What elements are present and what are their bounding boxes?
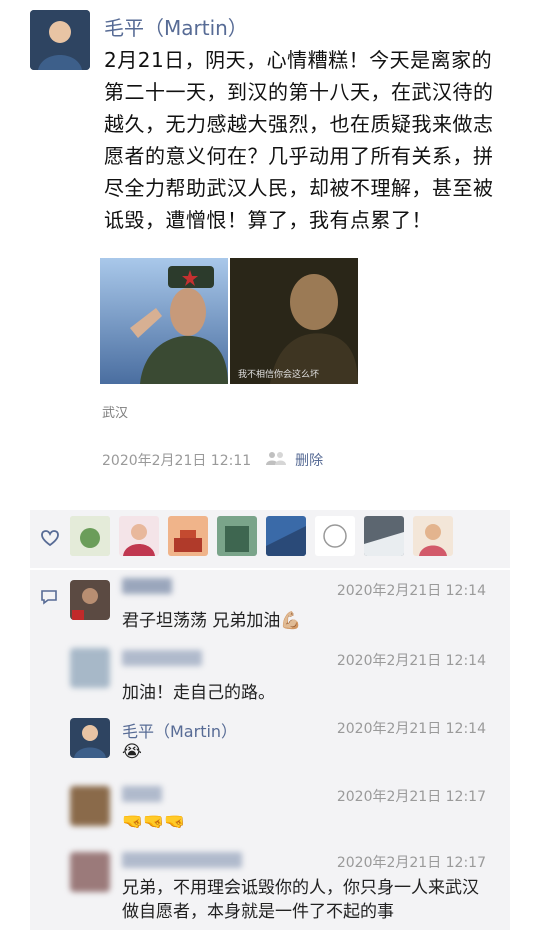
heart-icon [40,528,60,548]
post-author-name[interactable]: 毛平（Martin） [104,12,248,41]
comment-text: 君子坦荡荡 兄弟加油💪🏼 [122,611,302,631]
friends-icon[interactable] [265,451,287,469]
like-avatar-2[interactable] [119,516,159,556]
like-avatar-1[interactable] [70,516,110,556]
image-2-caption: 我不相信你会这么坏 [238,370,320,380]
like-avatar-4[interactable] [217,516,257,556]
comment-avatar[interactable] [70,786,110,826]
like-avatar-3[interactable] [168,516,208,556]
author-avatar[interactable] [30,10,90,70]
post-image-1[interactable] [100,258,228,384]
post-location[interactable]: 武汉 [102,402,128,421]
comment-author-name[interactable] [122,786,162,802]
comment-time: 2020年2月21日 12:14 [336,583,486,599]
comment-time: 2020年2月21日 12:17 [336,789,486,805]
comment-text: 🤜🤜🤜 [122,812,186,832]
comment-text: 加油！走自己的路。 [122,683,275,703]
comment-avatar[interactable] [70,852,110,892]
comment-text: 😭 [122,742,142,762]
comment-author-name[interactable] [122,852,242,868]
comment-author-name[interactable] [122,650,202,666]
comment-avatar[interactable] [70,580,110,620]
like-avatar-6[interactable] [315,516,355,556]
comment-bubble-icon [40,588,58,606]
post-timestamp: 2020年2月21日 12:11 [102,453,252,469]
like-avatar-5[interactable] [266,516,306,556]
post-meta: 2020年2月21日 12:11 删除 [102,450,323,470]
comment-author-name[interactable]: 毛平（Martin） [122,718,237,742]
comment-text: 兄弟，不用理会诋毁你的人，你只身一人来武汉做自愿者，本身就是一件了不起的事 [122,878,479,922]
post-image-2[interactable]: 我不相信你会这么坏 [230,258,358,384]
comment-avatar[interactable] [70,718,110,758]
delete-button[interactable]: 删除 [295,450,323,470]
like-avatar-8[interactable] [413,516,453,556]
like-avatar-7[interactable] [364,516,404,556]
comment-time: 2020年2月21日 12:14 [336,721,486,737]
post-text: 2月21日，阴天，心情糟糕！今天是离家的第二十一天，到汉的第十八天，在武汉待的越… [104,48,494,232]
comment-author-name[interactable] [122,578,172,594]
comment-time: 2020年2月21日 12:14 [336,653,486,669]
comment-avatar[interactable] [70,648,110,688]
comment-time: 2020年2月21日 12:17 [336,855,486,871]
